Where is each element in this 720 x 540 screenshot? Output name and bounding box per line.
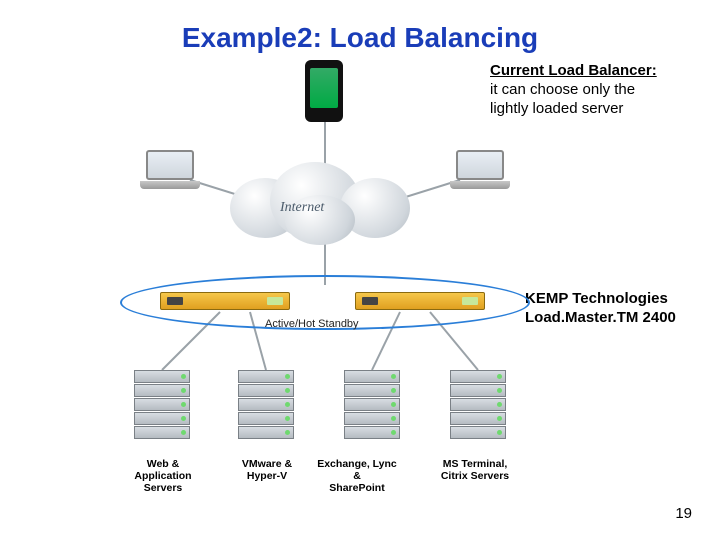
page-number: 19	[675, 505, 692, 522]
internet-cloud-icon	[230, 160, 420, 245]
laptop-icon	[140, 150, 200, 189]
load-balancer-icon	[355, 292, 485, 310]
annotation-line: Load.Master.TM 2400	[525, 309, 676, 326]
smartphone-icon	[305, 60, 343, 122]
cloud-label: Internet	[280, 200, 324, 216]
lb-mode-label: Active/Hot Standby	[265, 318, 359, 330]
rack-label: VMware & Hyper-V	[222, 458, 312, 482]
server-rack-icon	[238, 370, 294, 440]
annotation-kemp: KEMP Technologies Load.Master.TM 2400	[525, 290, 715, 328]
rack-label: Web & Application Servers	[118, 458, 208, 494]
slide-title: Example2: Load Balancing	[0, 0, 720, 54]
annotation-line: KEMP Technologies	[525, 290, 668, 307]
network-diagram: Internet Active/Hot Standby Web & Applic…	[130, 60, 530, 500]
server-rack-icon	[344, 370, 400, 440]
laptop-icon	[450, 150, 510, 189]
load-balancer-icon	[160, 292, 290, 310]
server-rack-icon	[450, 370, 506, 440]
rack-label: MS Terminal, Citrix Servers	[430, 458, 520, 482]
rack-label: Exchange, Lync & SharePoint	[312, 458, 402, 494]
server-rack-icon	[134, 370, 190, 440]
